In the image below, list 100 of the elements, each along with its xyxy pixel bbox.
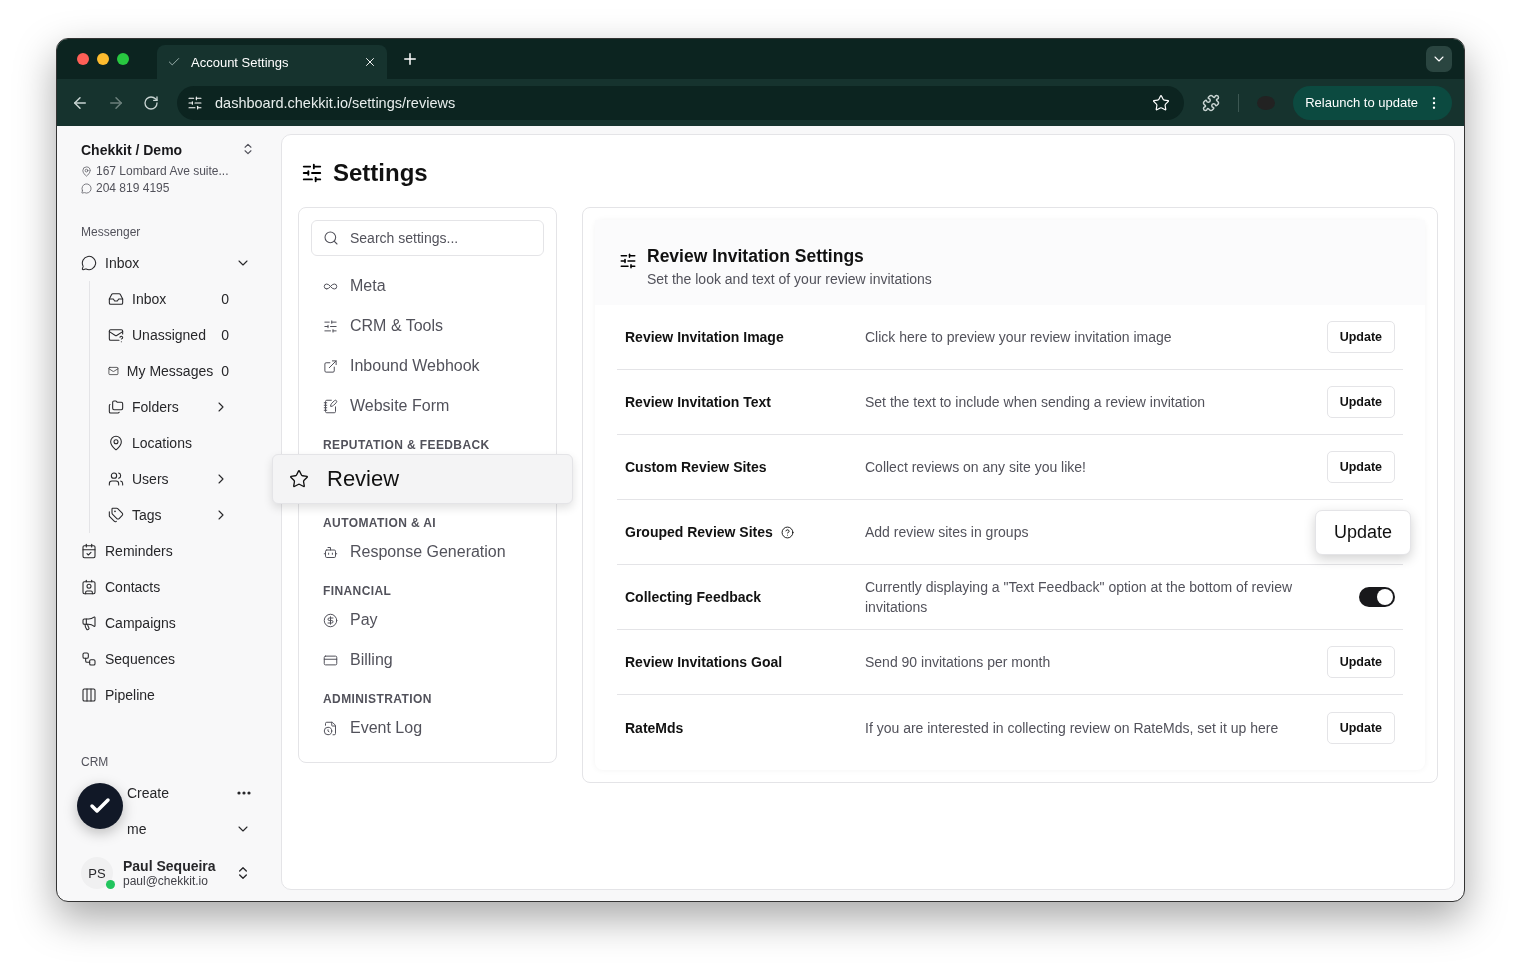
extensions-button[interactable] xyxy=(1202,93,1221,112)
search-field[interactable]: Search settings... xyxy=(311,220,544,256)
reload-button[interactable] xyxy=(143,94,159,111)
sliders-icon xyxy=(301,162,323,184)
setting-label: RateMds xyxy=(625,719,684,736)
relaunch-button[interactable]: Relaunch to update xyxy=(1293,85,1452,120)
setting-description: Click here to preview your review invitation image xyxy=(865,328,1173,347)
user-avatar: PS xyxy=(81,857,113,889)
settings-nav-item[interactable]: Meta xyxy=(311,266,544,306)
star-icon xyxy=(289,469,309,489)
file-clock-icon xyxy=(323,720,338,736)
toggle-switch[interactable] xyxy=(1359,587,1395,607)
update-button[interactable]: Update xyxy=(1326,646,1395,678)
update-button[interactable]: Update xyxy=(1326,711,1395,744)
columns-icon xyxy=(81,687,97,703)
more-icon[interactable] xyxy=(237,791,251,795)
maximize-window-button[interactable] xyxy=(117,53,129,65)
settings-nav-item[interactable]: Billing xyxy=(311,640,544,680)
setting-label: Grouped Review Sites xyxy=(625,524,773,540)
chat-bubble-icon xyxy=(81,255,97,271)
address-bar[interactable]: dashboard.chekkit.io/settings/reviews xyxy=(177,85,1185,120)
phone-text: 204 819 4195 xyxy=(96,181,170,195)
map-pin-icon xyxy=(81,165,92,177)
megaphone-icon xyxy=(81,615,97,631)
sidebar-item[interactable]: me xyxy=(127,811,269,847)
setting-description: Add review sites in groups xyxy=(865,523,1030,542)
new-tab-button[interactable] xyxy=(401,50,419,68)
settings-nav-item[interactable]: Response Generation xyxy=(311,532,544,572)
panel-subtitle: Set the look and text of your review invitations xyxy=(647,271,932,287)
update-button[interactable]: Update xyxy=(1326,321,1395,353)
sidebar-item[interactable]: Campaigns xyxy=(81,605,269,641)
sidebar-item[interactable]: Contacts xyxy=(81,569,269,605)
sidebar-item[interactable]: Unassigned 0 xyxy=(108,317,269,353)
tags-icon xyxy=(108,507,124,523)
close-window-button[interactable] xyxy=(77,53,89,65)
sidebar-item[interactable]: Inbox xyxy=(81,245,269,281)
nav-section-heading: AUTOMATION & AI xyxy=(322,516,438,530)
address-text: 167 Lombard Ave suite... xyxy=(96,164,229,178)
nav-section-heading: FINANCIAL xyxy=(322,584,393,598)
sidebar-item[interactable]: Locations xyxy=(108,425,269,461)
workflow-icon xyxy=(81,651,97,667)
settings-nav-item[interactable]: CRM & Tools xyxy=(311,306,544,346)
contact-card-icon xyxy=(81,579,97,595)
browser-tab[interactable]: Account Settings xyxy=(157,45,387,79)
settings-nav-item[interactable]: Website Form xyxy=(311,386,544,426)
minimize-window-button[interactable] xyxy=(97,53,109,65)
dollar-coin-icon xyxy=(323,612,338,628)
folders-icon xyxy=(108,399,124,415)
update-button[interactable]: Update xyxy=(1314,509,1411,555)
sliders-icon xyxy=(619,252,637,270)
settings-nav-item[interactable]: Pay xyxy=(311,600,544,640)
sidebar-item[interactable]: My Messages 0 xyxy=(108,353,269,389)
setting-label: Custom Review Sites xyxy=(625,459,767,475)
search-icon xyxy=(323,230,339,246)
robot-icon xyxy=(323,544,338,560)
update-button[interactable]: Update xyxy=(1326,386,1395,418)
update-button[interactable]: Update xyxy=(1326,451,1395,483)
user-email: paul@chekkit.io xyxy=(123,874,209,888)
page-title: Settings xyxy=(333,159,428,187)
notebook-icon xyxy=(323,398,338,414)
setting-description: Collect reviews on any site you like! xyxy=(865,458,1087,477)
setting-label: Review Invitations Goal xyxy=(625,654,783,670)
setting-label: Collecting Feedback xyxy=(625,589,762,605)
sliders-icon xyxy=(323,318,338,334)
panel-title: Review Invitation Settings xyxy=(647,246,865,267)
envelope-icon xyxy=(108,327,124,343)
setting-description: Currently displaying a "Text Feedback" option at the bottom of review invitations xyxy=(865,578,1294,617)
section-heading: CRM xyxy=(81,755,110,769)
map-pin-icon xyxy=(108,435,124,451)
chat-bubble-icon xyxy=(81,182,92,194)
settings-nav-item[interactable]: Review xyxy=(272,454,573,504)
sidebar-item[interactable]: Tags xyxy=(108,497,269,533)
check-mark-icon xyxy=(167,55,181,69)
setting-description: If you are interested in collecting review on RateMds, set it up here xyxy=(865,718,1280,738)
calendar-icon xyxy=(81,543,97,559)
settings-nav-item[interactable]: Event Log xyxy=(311,708,544,748)
organization-name: Chekkit / Demo xyxy=(81,142,184,158)
sidebar-item[interactable]: Pipeline xyxy=(81,677,269,713)
nav-section-heading: ADMINISTRATION xyxy=(322,692,433,706)
sidebar-item[interactable]: Inbox 0 xyxy=(108,281,269,317)
sidebar-item[interactable]: Sequences xyxy=(81,641,269,677)
count-text: 0 xyxy=(221,363,229,379)
sidebar-item[interactable]: Reminders xyxy=(81,533,269,569)
count-text: 0 xyxy=(221,291,229,307)
sidebar-item[interactable]: Create xyxy=(127,775,269,811)
close-icon xyxy=(363,55,377,69)
check-floating-button[interactable] xyxy=(77,783,123,829)
inbox-tray-icon xyxy=(108,291,124,307)
section-heading: Messenger xyxy=(81,225,142,239)
sidebar-item[interactable]: Users xyxy=(108,461,269,497)
count-text: 0 xyxy=(221,327,229,343)
settings-nav-item[interactable]: Inbound Webhook xyxy=(311,346,544,386)
bookmark-star-icon xyxy=(1152,93,1171,112)
setting-label: Review Invitation Image xyxy=(625,329,784,345)
nav-section-heading: REPUTATION & FEEDBACK xyxy=(322,438,491,452)
tab-search-button[interactable] xyxy=(1426,46,1452,72)
setting-description: Send 90 invitations per month xyxy=(865,653,1052,672)
site-settings-icon xyxy=(187,94,203,111)
sidebar-item[interactable]: Folders xyxy=(108,389,269,425)
credit-card-icon xyxy=(323,652,338,668)
